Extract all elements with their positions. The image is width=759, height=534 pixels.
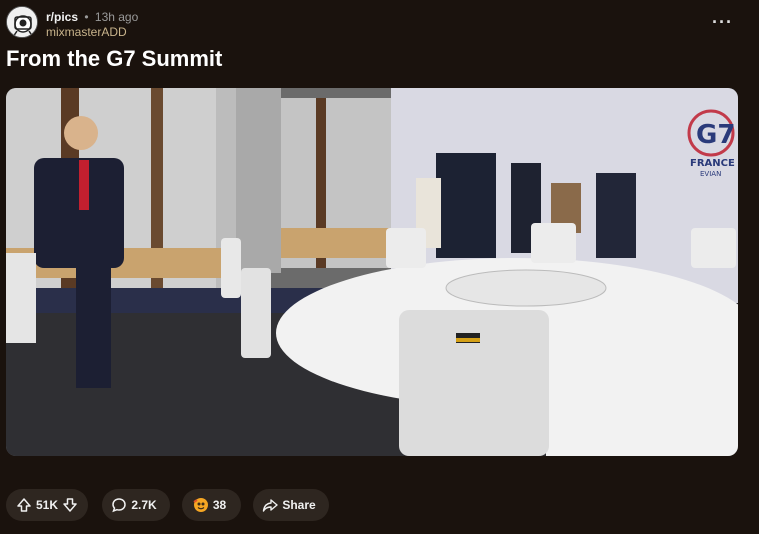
downvote-icon[interactable] bbox=[62, 497, 78, 513]
comment-count: 2.7K bbox=[131, 498, 157, 512]
post-header: r/pics • 13h ago mixmasterADD ··· bbox=[6, 6, 753, 42]
meta-separator: • bbox=[84, 10, 89, 24]
svg-text:G7: G7 bbox=[696, 120, 735, 150]
subreddit-avatar[interactable] bbox=[6, 6, 38, 38]
award-icon bbox=[193, 497, 209, 513]
share-button[interactable]: Share bbox=[253, 489, 329, 521]
more-options-button[interactable]: ··· bbox=[712, 12, 733, 33]
vote-bar: 51K bbox=[6, 489, 88, 521]
subreddit-name[interactable]: r/pics bbox=[46, 10, 78, 24]
comment-icon bbox=[111, 497, 127, 513]
camera-icon bbox=[7, 7, 37, 37]
video-frame: G7 FRANCE EVIAN bbox=[6, 88, 738, 456]
author-username[interactable]: mixmasterADD bbox=[46, 25, 138, 40]
share-label: Share bbox=[282, 498, 316, 512]
share-icon bbox=[262, 497, 279, 513]
post-meta: r/pics • 13h ago mixmasterADD bbox=[46, 10, 138, 40]
upvote-count: 51K bbox=[35, 498, 58, 512]
post-video[interactable]: G7 FRANCE EVIAN bbox=[6, 88, 738, 456]
comments-button[interactable]: 2.7K bbox=[102, 489, 170, 521]
post-title[interactable]: From the G7 Summit bbox=[6, 46, 222, 72]
post-time: 13h ago bbox=[94, 10, 139, 24]
svg-text:EVIAN: EVIAN bbox=[700, 170, 721, 178]
upvote-icon[interactable] bbox=[16, 497, 32, 513]
award-button[interactable]: 38 bbox=[182, 489, 241, 521]
award-count: 38 bbox=[212, 498, 227, 512]
svg-text:FRANCE: FRANCE bbox=[690, 158, 735, 169]
